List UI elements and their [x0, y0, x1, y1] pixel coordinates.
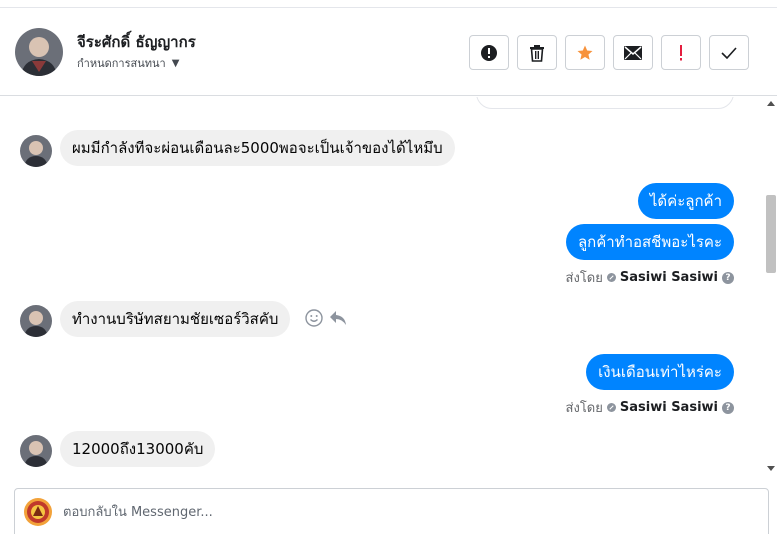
help-icon[interactable]: ? — [722, 401, 734, 414]
previous-message-bubble — [476, 97, 734, 109]
contact-avatar[interactable] — [15, 28, 63, 76]
check-icon — [721, 46, 737, 59]
delete-button[interactable] — [517, 35, 557, 70]
contact-avatar-small — [20, 305, 52, 337]
message-thread[interactable]: ผมมีกำลังทีจะผ่อนเดือนละ5000พอจะเป็นเจ้า… — [0, 97, 765, 476]
exclamation-icon — [680, 44, 682, 60]
reply-icon[interactable] — [329, 310, 347, 326]
sent-by-label: ส่งโดย — [565, 401, 603, 416]
follow-up-button[interactable] — [661, 35, 701, 70]
sent-by-label: ส่งโดย — [565, 271, 603, 286]
mark-unread-button[interactable] — [613, 35, 653, 70]
conversation-header: จีระศักดิ์ ธัญญากร กำหนดการสนทนา ▼ — [0, 8, 777, 96]
sent-by-info: ส่งโดย Sasiwi Sasiwi ? — [566, 267, 734, 288]
sent-by-info: ส่งโดย Sasiwi Sasiwi ? — [566, 397, 734, 418]
sent-by-name[interactable]: Sasiwi Sasiwi — [620, 270, 718, 285]
alert-circle-icon — [481, 44, 497, 61]
sent-by-name[interactable]: Sasiwi Sasiwi — [620, 400, 718, 415]
caret-down-icon: ▼ — [171, 57, 180, 69]
mark-done-button[interactable] — [709, 35, 749, 70]
header-actions — [469, 35, 749, 70]
incoming-message: ผมมีกำลังทีจะผ่อนเดือนละ5000พอจะเป็นเจ้า… — [60, 130, 455, 166]
star-button[interactable] — [565, 35, 605, 70]
scroll-up-arrow-icon[interactable] — [767, 101, 775, 106]
contact-avatar-small — [20, 135, 52, 167]
page-badge-icon — [606, 273, 616, 282]
top-divider — [0, 0, 777, 8]
incoming-message: ทำงานบริษัทสยามชัยเซอร์วิสคับ — [60, 301, 291, 337]
outgoing-message: ลูกค้าทำอสชีพอะไรคะ — [565, 224, 734, 260]
envelope-icon — [624, 45, 642, 60]
contact-avatar-small — [20, 435, 52, 467]
scroll-down-arrow-icon[interactable] — [767, 466, 775, 471]
trash-icon — [530, 44, 544, 62]
assign-conversation-dropdown[interactable]: กำหนดการสนทนา ▼ — [77, 54, 179, 72]
scrollbar-thumb[interactable] — [766, 195, 776, 273]
message-actions — [305, 309, 347, 327]
page-avatar — [24, 498, 52, 526]
thread-scrollbar[interactable] — [765, 97, 777, 476]
page-badge-icon — [606, 403, 616, 412]
outgoing-message: ได้ค่ะลูกค้า — [637, 183, 734, 219]
reply-input[interactable] — [63, 500, 743, 524]
incoming-message: 12000ถึง13000คับ — [60, 431, 216, 467]
contact-name[interactable]: จีระศักดิ์ ธัญญากร — [77, 30, 196, 54]
smiley-icon[interactable] — [305, 309, 323, 327]
star-icon — [577, 45, 593, 60]
assign-conversation-label: กำหนดการสนทนา — [77, 57, 166, 70]
help-icon[interactable]: ? — [722, 271, 734, 284]
reply-composer — [14, 488, 769, 534]
outgoing-message: เงินเดือนเท่าไหร่คะ — [586, 354, 734, 390]
spam-button[interactable] — [469, 35, 509, 70]
